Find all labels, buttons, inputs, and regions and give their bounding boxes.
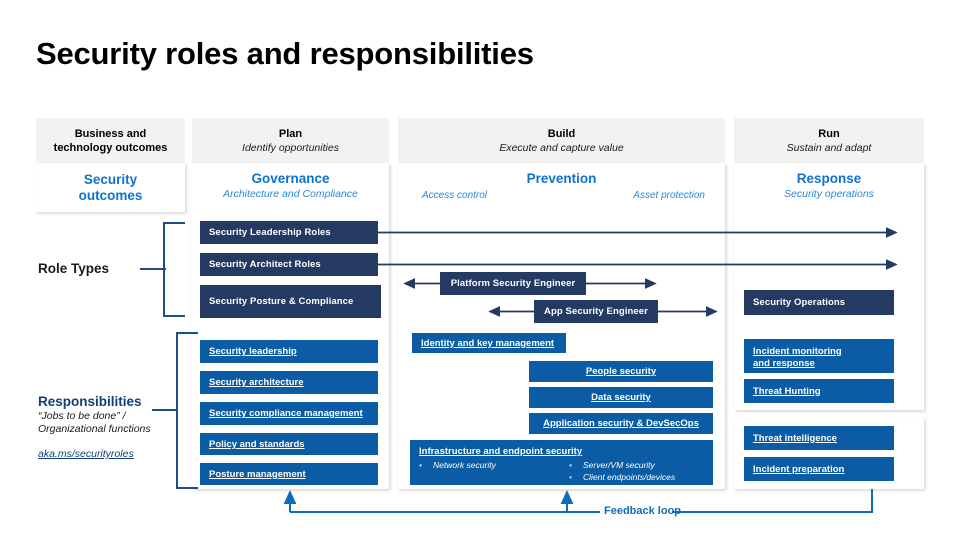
- infra-title: Infrastructure and endpoint security: [419, 446, 583, 457]
- role-box-label: Security Architect Roles: [209, 259, 321, 270]
- outcome-business-line2: outcomes: [78, 188, 143, 203]
- role-box-label: Security Operations: [753, 297, 846, 308]
- bullet-dot-icon: •: [569, 460, 572, 470]
- aka-ms-link[interactable]: aka.ms/securityroles: [38, 447, 168, 461]
- resp-box-data-security[interactable]: Data security: [529, 387, 713, 408]
- outcome-plan: Governance Architecture and Compliance: [192, 171, 389, 202]
- outcome-business-line1: Security: [83, 172, 138, 187]
- phase-sub-run: Sustain and adapt: [786, 142, 872, 154]
- phase-sub-plan: Identify opportunities: [242, 142, 339, 154]
- phase-header-run: Run Sustain and adapt: [734, 118, 924, 163]
- role-box-app-security-engineer[interactable]: App Security Engineer: [534, 300, 658, 323]
- role-box-label: Security Leadership Roles: [209, 227, 331, 238]
- resp-box-identity-and-key-management[interactable]: Identity and key management: [412, 333, 566, 353]
- phase-header-plan: Plan Identify opportunities: [192, 118, 389, 163]
- outcome-build-left: Access control: [422, 190, 488, 201]
- bracket-responsibilities: [176, 332, 198, 489]
- feedback-loop-label: Feedback loop: [604, 505, 682, 517]
- resp-box-label: Posture management: [209, 468, 306, 480]
- role-box-label: Security Posture & Compliance: [209, 296, 354, 307]
- resp-box-threat-hunting[interactable]: Threat Hunting: [744, 379, 894, 403]
- bracket-role-types: [163, 222, 185, 317]
- infra-bullet: • Network security: [419, 460, 496, 470]
- role-box-platform-security-engineer[interactable]: Platform Security Engineer: [440, 272, 586, 295]
- infra-bullet: • Client endpoints/devices: [569, 471, 676, 482]
- phase-title-business-1: Business and: [74, 128, 147, 140]
- phase-header-build: Build Execute and capture value: [398, 118, 725, 163]
- outcome-plan-title: Governance: [251, 171, 330, 186]
- bullet-dot-icon: •: [569, 471, 572, 482]
- resp-box-infrastructure-and-endpoint-security[interactable]: Infrastructure and endpoint security • Ne…: [410, 440, 713, 485]
- bracket-stem-role-types: [140, 268, 166, 270]
- resp-box-label-2: and response: [753, 357, 815, 369]
- page-title: Security roles and responsibilities: [36, 36, 534, 71]
- outcome-build: Prevention: [398, 171, 725, 187]
- phase-title-run: Run: [818, 128, 840, 140]
- phase-title-business-2: technology outcomes: [53, 142, 168, 154]
- resp-box-people-security[interactable]: People security: [529, 361, 713, 382]
- resp-box-label: Security leadership: [209, 346, 297, 357]
- phase-title-plan: Plan: [278, 128, 303, 140]
- row-label-responsibilities-sub2: Organizational functions: [38, 423, 151, 435]
- resp-box-incident-preparation[interactable]: Incident preparation: [744, 457, 894, 481]
- outcome-run-title: Response: [796, 171, 862, 186]
- outcome-build-title: Prevention: [526, 171, 597, 186]
- role-box-security-leadership-roles[interactable]: Security Leadership Roles: [200, 221, 378, 244]
- slide-canvas: Security roles and responsibilities Busi…: [0, 0, 960, 540]
- panel-business-outcomes: Security outcomes: [36, 163, 185, 212]
- role-box-label: App Security Engineer: [544, 306, 648, 317]
- outcome-run-sub: Security operations: [784, 188, 874, 200]
- resp-box-label: Incident monitoring: [753, 346, 842, 357]
- outcome-build-right: Asset protection: [633, 190, 705, 201]
- resp-box-label: Data security: [591, 392, 651, 403]
- resp-box-incident-monitoring-and-response[interactable]: Incident monitoring and response: [744, 339, 894, 373]
- resp-box-label: Threat Hunting: [753, 385, 821, 397]
- outcome-business: Security outcomes: [36, 172, 185, 204]
- resp-box-application-security-devsecops[interactable]: Application security & DevSecOps: [529, 413, 713, 434]
- infra-column-1: • Network security: [419, 460, 569, 483]
- resp-box-label: Application security & DevSecOps: [543, 418, 699, 429]
- resp-box-security-leadership[interactable]: Security leadership: [200, 340, 378, 363]
- resp-box-label: Policy and standards: [209, 438, 305, 450]
- resp-box-label: Incident preparation: [753, 463, 845, 475]
- outcome-plan-sub: Architecture and Compliance: [223, 188, 358, 200]
- row-label-responsibilities: Responsibilities: [38, 394, 142, 409]
- row-label-role-types: Role Types: [38, 261, 110, 276]
- phase-header-business: Business and technology outcomes: [36, 118, 185, 163]
- resp-box-security-architecture[interactable]: Security architecture: [200, 371, 378, 394]
- role-box-security-posture-compliance[interactable]: Security Posture & Compliance: [200, 285, 381, 318]
- infra-bullet: • Server/VM security: [569, 460, 655, 470]
- resp-box-label: Threat intelligence: [753, 432, 837, 444]
- outcome-run: Response Security operations: [734, 171, 924, 202]
- phase-sub-build: Execute and capture value: [499, 142, 624, 154]
- bullet-dot-icon: •: [419, 460, 422, 470]
- resp-box-label: People security: [585, 366, 657, 377]
- infra-column-2: • Server/VM security • Client endpoints/de…: [569, 460, 675, 483]
- resp-box-threat-intelligence[interactable]: Threat intelligence: [744, 426, 894, 450]
- role-box-security-operations[interactable]: Security Operations: [744, 290, 894, 315]
- role-box-security-architect-roles[interactable]: Security Architect Roles: [200, 253, 378, 276]
- resp-box-posture-management[interactable]: Posture management: [200, 463, 378, 485]
- row-label-responsibilities-sub1: “Jobs to be done” /: [38, 410, 126, 422]
- role-box-label: Platform Security Engineer: [450, 278, 576, 289]
- row-label-responsibilities-group: Responsibilities “Jobs to be done” / Org…: [38, 393, 168, 461]
- resp-box-policy-and-standards[interactable]: Policy and standards: [200, 433, 378, 455]
- phase-title-build: Build: [547, 128, 576, 140]
- resp-box-label: Security architecture: [209, 377, 304, 388]
- resp-box-security-compliance-management[interactable]: Security compliance management: [200, 402, 378, 425]
- resp-box-label: Identity and key management: [421, 337, 555, 349]
- resp-box-label: Security compliance management: [209, 408, 363, 419]
